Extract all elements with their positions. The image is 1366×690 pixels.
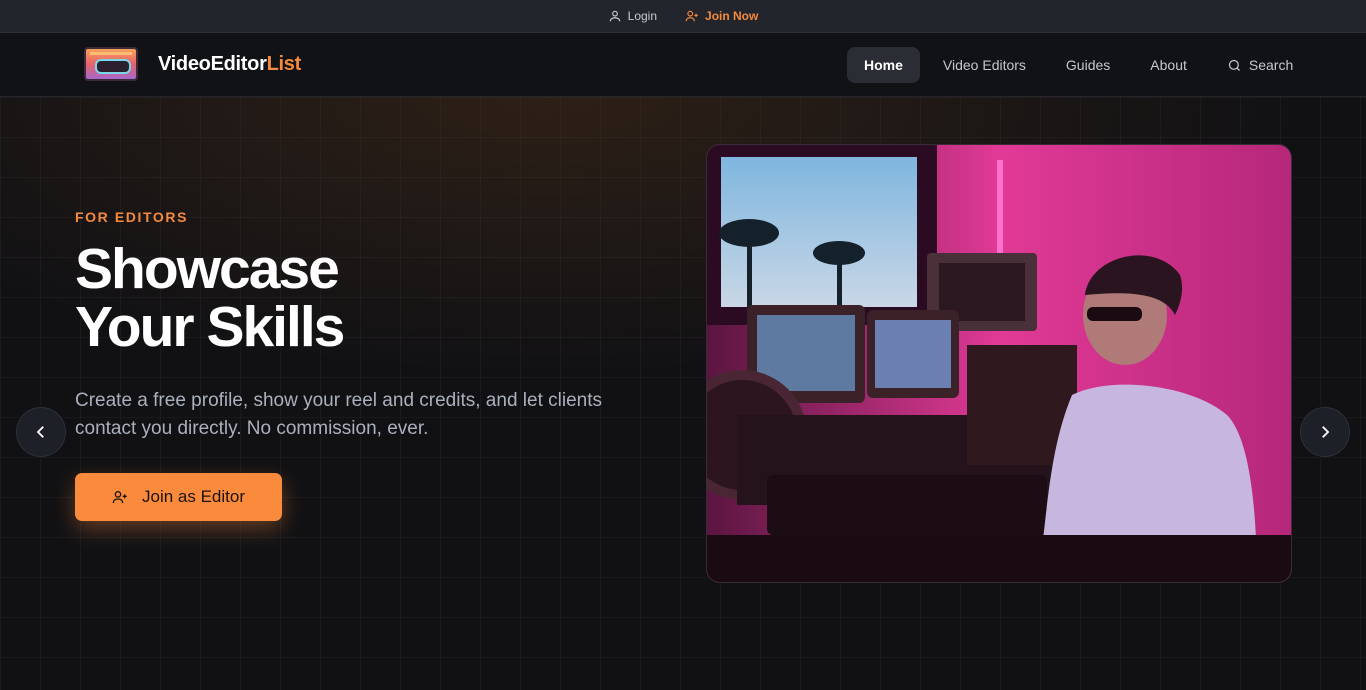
nav-video-editors[interactable]: Video Editors: [926, 47, 1043, 83]
hero-title: Showcase Your Skills: [75, 237, 345, 359]
brand-name: VideoEditorList: [158, 52, 301, 75]
login-label: Login: [627, 9, 658, 23]
user-plus-icon: [685, 10, 698, 22]
user-icon: [609, 10, 620, 22]
cassette-logo-icon: [84, 47, 138, 81]
chevron-right-icon: [1322, 426, 1330, 438]
join-as-editor-label: Join as Editor: [142, 487, 245, 506]
join-now-link[interactable]: Join Now: [685, 9, 758, 23]
join-now-label: Join Now: [705, 9, 759, 23]
hero-carousel: FOR EDITORS Showcase Your Skills Create …: [0, 97, 1366, 690]
chevron-left-icon: [36, 426, 44, 438]
hero-image: [706, 144, 1292, 583]
carousel-next-button[interactable]: [1300, 407, 1350, 457]
nav-search[interactable]: Search: [1210, 47, 1310, 83]
editing-studio-illustration: [707, 145, 1291, 582]
main-nav: Home Video Editors Guides About Search: [847, 47, 1310, 83]
brand-logo[interactable]: VideoEditorList: [84, 47, 301, 81]
nav-home[interactable]: Home: [847, 47, 920, 83]
nav-about[interactable]: About: [1133, 47, 1204, 83]
utility-bar: Login Join Now: [0, 0, 1366, 33]
search-label: Search: [1248, 57, 1294, 73]
hero-description: Create a free profile, show your reel an…: [75, 390, 602, 439]
main-header: VideoEditorList Home Video Editors Guide…: [0, 33, 1366, 97]
join-as-editor-button[interactable]: Join as Editor: [75, 473, 282, 521]
nav-guides[interactable]: Guides: [1049, 47, 1127, 83]
hero-eyebrow: FOR EDITORS: [75, 209, 189, 225]
user-plus-icon: [112, 491, 127, 504]
login-link[interactable]: Login: [608, 9, 657, 23]
carousel-prev-button[interactable]: [16, 407, 66, 457]
search-icon: [1228, 59, 1240, 71]
